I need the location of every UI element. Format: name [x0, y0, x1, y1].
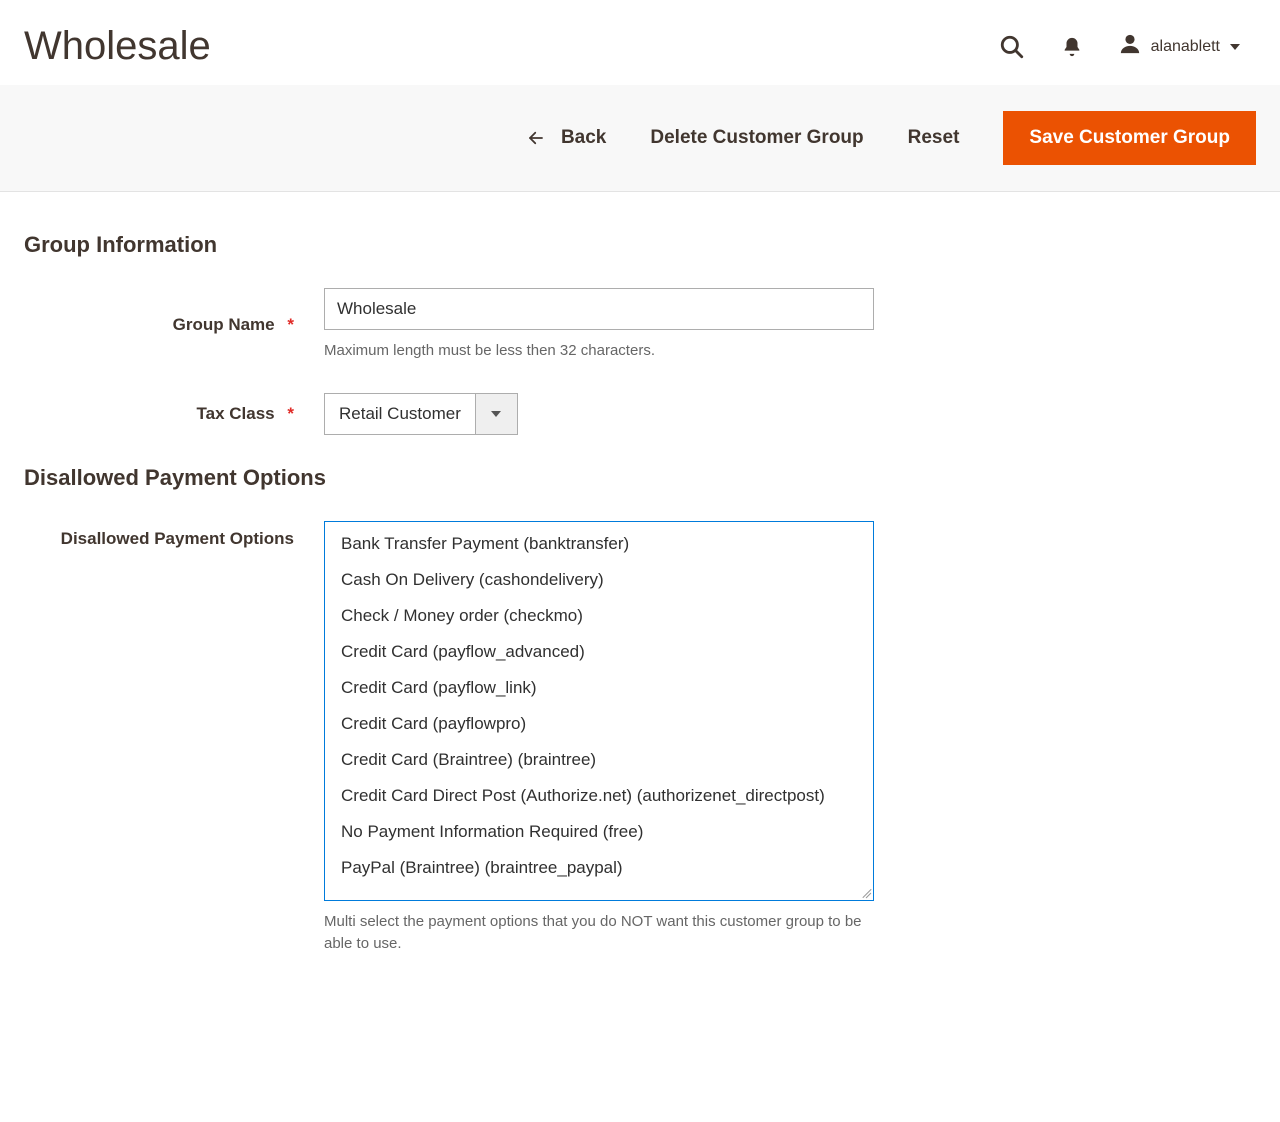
payment-option[interactable]: Bank Transfer Payment (banktransfer) [325, 526, 873, 562]
fieldset-legend-disallowed-payments: Disallowed Payment Options [24, 465, 1256, 491]
tax-class-select[interactable]: Retail Customer [324, 393, 518, 435]
required-star-icon: * [287, 315, 294, 334]
page-title: Wholesale [24, 24, 211, 69]
group-name-note: Maximum length must be less then 32 char… [324, 340, 874, 363]
arrow-left-icon [525, 129, 547, 147]
chevron-down-icon [1230, 44, 1240, 50]
label-group-name: Group Name * [24, 315, 324, 335]
reset-button[interactable]: Reset [908, 127, 960, 149]
fieldset-disallowed-payments: Disallowed Payment Options Disallowed Pa… [24, 465, 1256, 956]
group-name-input[interactable] [324, 288, 874, 330]
tax-class-selected-value: Retail Customer [325, 394, 475, 434]
field-tax-class: Tax Class * Retail Customer [24, 393, 1256, 435]
label-disallowed-payments: Disallowed Payment Options [24, 521, 324, 549]
payment-option[interactable]: Credit Card (payflow_advanced) [325, 634, 873, 670]
resize-handle-icon [859, 886, 871, 898]
select-caret-box [475, 394, 517, 434]
payment-option[interactable]: Credit Card Direct Post (Authorize.net) … [325, 778, 873, 814]
content: Group Information Group Name * Maximum l… [0, 192, 1280, 996]
payment-option[interactable]: Credit Card (payflowpro) [325, 706, 873, 742]
label-tax-class: Tax Class * [24, 404, 324, 424]
page-header: Wholesale alanablett [0, 0, 1280, 85]
payment-option[interactable]: Check / Money order (checkmo) [325, 598, 873, 634]
save-button[interactable]: Save Customer Group [1003, 111, 1256, 165]
toolbar: Back Delete Customer Group Reset Save Cu… [0, 85, 1280, 192]
search-icon[interactable] [999, 34, 1025, 60]
payment-option[interactable]: Cash On Delivery (cashondelivery) [325, 562, 873, 598]
disallowed-payments-multiselect[interactable]: Bank Transfer Payment (banktransfer)Cash… [324, 521, 874, 901]
delete-button[interactable]: Delete Customer Group [650, 127, 863, 149]
payment-option[interactable]: Credit Card (Braintree) (braintree) [325, 742, 873, 778]
required-star-icon: * [287, 404, 294, 423]
username: alanablett [1151, 38, 1220, 56]
field-group-name: Group Name * Maximum length must be less… [24, 288, 1256, 363]
field-disallowed-payments: Disallowed Payment Options Bank Transfer… [24, 521, 1256, 956]
header-icons: alanablett [999, 33, 1240, 60]
payment-option[interactable]: No Payment Information Required (free) [325, 814, 873, 850]
notifications-icon[interactable] [1061, 36, 1083, 58]
back-button[interactable]: Back [525, 127, 606, 149]
payment-option[interactable]: Credit Card (payflow_link) [325, 670, 873, 706]
payment-option[interactable]: PayPal (Braintree) (braintree_paypal) [325, 850, 873, 886]
disallowed-payments-note: Multi select the payment options that yo… [324, 911, 884, 956]
fieldset-legend-group-information: Group Information [24, 232, 1256, 258]
fieldset-group-information: Group Information Group Name * Maximum l… [24, 232, 1256, 435]
chevron-down-icon [491, 411, 501, 417]
user-icon [1119, 33, 1141, 60]
user-menu[interactable]: alanablett [1119, 33, 1240, 60]
